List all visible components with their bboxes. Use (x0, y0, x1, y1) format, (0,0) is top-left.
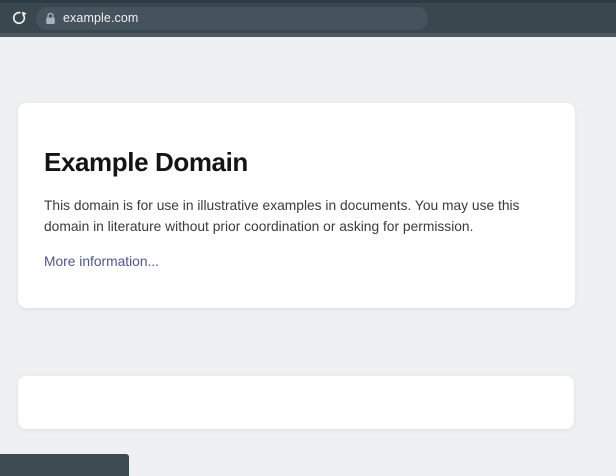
page-title: Example Domain (44, 147, 248, 177)
browser-window: example.com Example Domain This domain i… (0, 0, 616, 476)
url-bar[interactable]: example.com (36, 6, 428, 30)
content-card: Example Domain This domain is for use in… (18, 103, 575, 308)
page-description-line-1: This domain is for use in illustrative e… (44, 198, 520, 213)
toolbar-bottom-edge (0, 33, 616, 37)
browser-toolbar: example.com (0, 0, 616, 33)
refresh-icon (11, 10, 27, 26)
secondary-empty-card (18, 376, 574, 429)
status-bubble (0, 454, 129, 476)
lock-icon (45, 12, 56, 25)
page-description: This domain is for use in illustrative e… (44, 195, 549, 237)
refresh-button[interactable] (7, 6, 31, 30)
page-description-line-2: domain in literature without prior coord… (44, 219, 474, 234)
url-text: example.com (63, 11, 139, 25)
more-information-link[interactable]: More information... (44, 254, 159, 269)
